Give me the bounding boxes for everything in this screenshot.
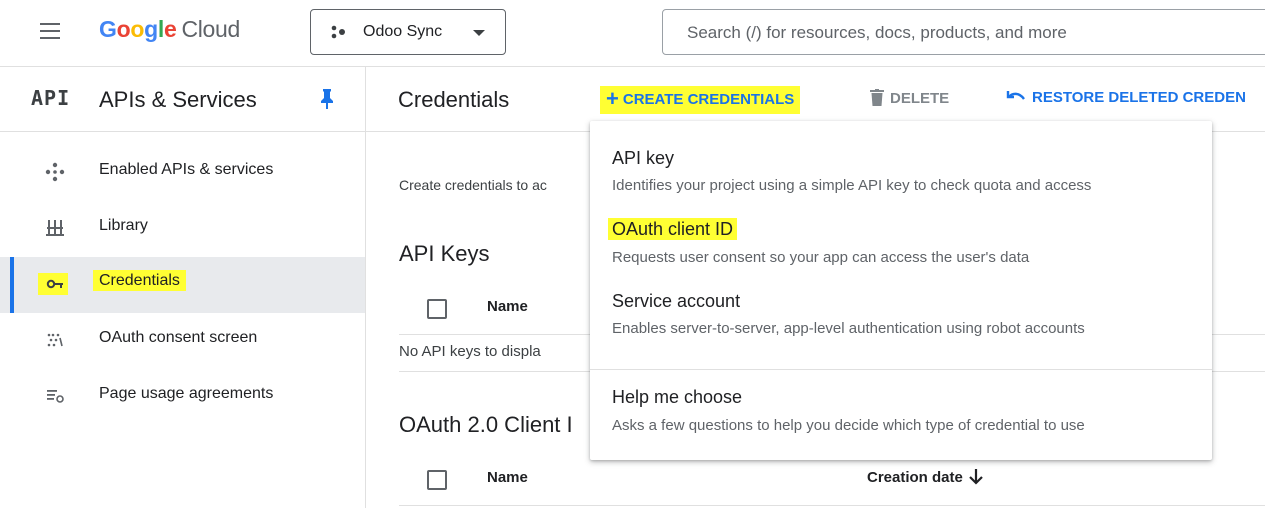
credentials-label-text: Credentials (93, 270, 186, 291)
logo-letter: o (116, 16, 131, 42)
menu-divider (590, 369, 1212, 370)
menu-item-description: Requests user consent so your app can ac… (612, 249, 1030, 266)
undo-icon (1006, 91, 1025, 100)
restore-label: RESTORE DELETED CREDEN (1032, 89, 1246, 106)
sidebar-item-label: Enabled APIs & services (99, 161, 274, 178)
sidebar-item-library[interactable]: Library (0, 201, 365, 257)
delete-button[interactable]: DELETE (870, 89, 949, 108)
logo-suffix: Cloud (181, 16, 241, 42)
menu-item-title: Help me choose (612, 387, 743, 407)
menu-item-api-key[interactable]: API key Identifies your project using a … (590, 135, 1212, 205)
menu-item-oauth-client-id[interactable]: OAuth client ID Requests user consent so… (590, 207, 1212, 277)
plus-icon: + (606, 86, 619, 111)
pin-icon[interactable] (321, 89, 333, 109)
creation-date-label: Creation date (867, 469, 963, 486)
hamburger-menu-icon[interactable] (40, 22, 60, 40)
empty-state-text: No API keys to displa (399, 343, 541, 360)
oauth-table-header: Name Creation date (399, 455, 1265, 506)
caret-down-icon (473, 30, 485, 36)
menu-item-title: OAuth client ID (608, 218, 738, 240)
search-placeholder: Search (/) for resources, docs, products… (687, 23, 1067, 42)
library-icon (46, 220, 64, 236)
menu-item-help-me-choose[interactable]: Help me choose Asks a few questions to h… (590, 375, 1212, 445)
sidebar-item-page-usage[interactable]: Page usage agreements (0, 369, 365, 425)
sidebar-item-label: Library (99, 217, 148, 234)
menu-item-service-account[interactable]: Service account Enables server-to-server… (590, 279, 1212, 349)
sidebar-item-label: OAuth consent screen (99, 329, 258, 346)
agreements-icon (47, 390, 64, 403)
sidebar-item-oauth-consent[interactable]: OAuth consent screen (0, 313, 365, 369)
sort-arrow-down-icon (969, 469, 983, 485)
sidebar-item-label: Credentials (93, 270, 186, 291)
logo-letter: o (130, 16, 145, 42)
menu-item-description: Asks a few questions to help you decide … (612, 417, 1085, 434)
delete-label: DELETE (890, 90, 950, 107)
column-creation-date[interactable]: Creation date (867, 469, 983, 486)
oauth-title-text: OAuth client ID (608, 218, 738, 240)
oauth-clients-heading: OAuth 2.0 Client I (399, 412, 573, 437)
page-title: Credentials (398, 87, 510, 112)
select-all-checkbox[interactable] (427, 299, 447, 319)
create-credentials-button[interactable]: + CREATE CREDENTIALS (600, 86, 801, 114)
column-name[interactable]: Name (487, 469, 528, 486)
sidebar-item-label: Page usage agreements (99, 385, 274, 402)
google-cloud-logo[interactable]: Google Cloud (99, 16, 240, 43)
menu-item-description: Identifies your project using a simple A… (612, 177, 1092, 194)
trash-icon (870, 89, 884, 106)
top-bar: Google Cloud Odoo Sync Search (/) for res… (0, 0, 1265, 67)
nav-title: APIs & Services (99, 87, 257, 112)
create-credentials-label: CREATE CREDENTIALS (622, 91, 795, 108)
menu-item-description: Enables server-to-server, app-level auth… (612, 320, 1085, 337)
create-credentials-menu: API key Identifies your project using a … (590, 121, 1212, 460)
sidebar-item-credentials[interactable]: Credentials (0, 257, 365, 313)
project-dots-icon (331, 25, 345, 39)
restore-deleted-button[interactable]: RESTORE DELETED CREDEN (1006, 89, 1246, 107)
nav-header: API APIs & Services (0, 67, 365, 132)
logo-letter: G (99, 16, 117, 42)
intro-text: Create credentials to ac (399, 177, 547, 193)
select-all-checkbox[interactable] (427, 470, 447, 490)
logo-letter: g (144, 16, 158, 42)
side-nav: API APIs & Services Enabled APIs & servi… (0, 67, 366, 508)
consent-icon (47, 333, 63, 347)
menu-item-title: API key (612, 148, 675, 168)
column-name[interactable]: Name (487, 298, 528, 315)
project-name: Odoo Sync (363, 23, 443, 40)
logo-letter: e (163, 16, 177, 42)
menu-item-title: Service account (612, 291, 741, 311)
sidebar-item-enabled-apis[interactable]: Enabled APIs & services (0, 145, 365, 201)
api-badge-icon: API (31, 86, 71, 110)
project-picker[interactable]: Odoo Sync (310, 9, 506, 55)
key-icon (38, 273, 68, 295)
api-keys-heading: API Keys (399, 241, 490, 266)
enabled-apis-icon (45, 162, 65, 182)
search-input[interactable]: Search (/) for resources, docs, products… (662, 9, 1265, 55)
